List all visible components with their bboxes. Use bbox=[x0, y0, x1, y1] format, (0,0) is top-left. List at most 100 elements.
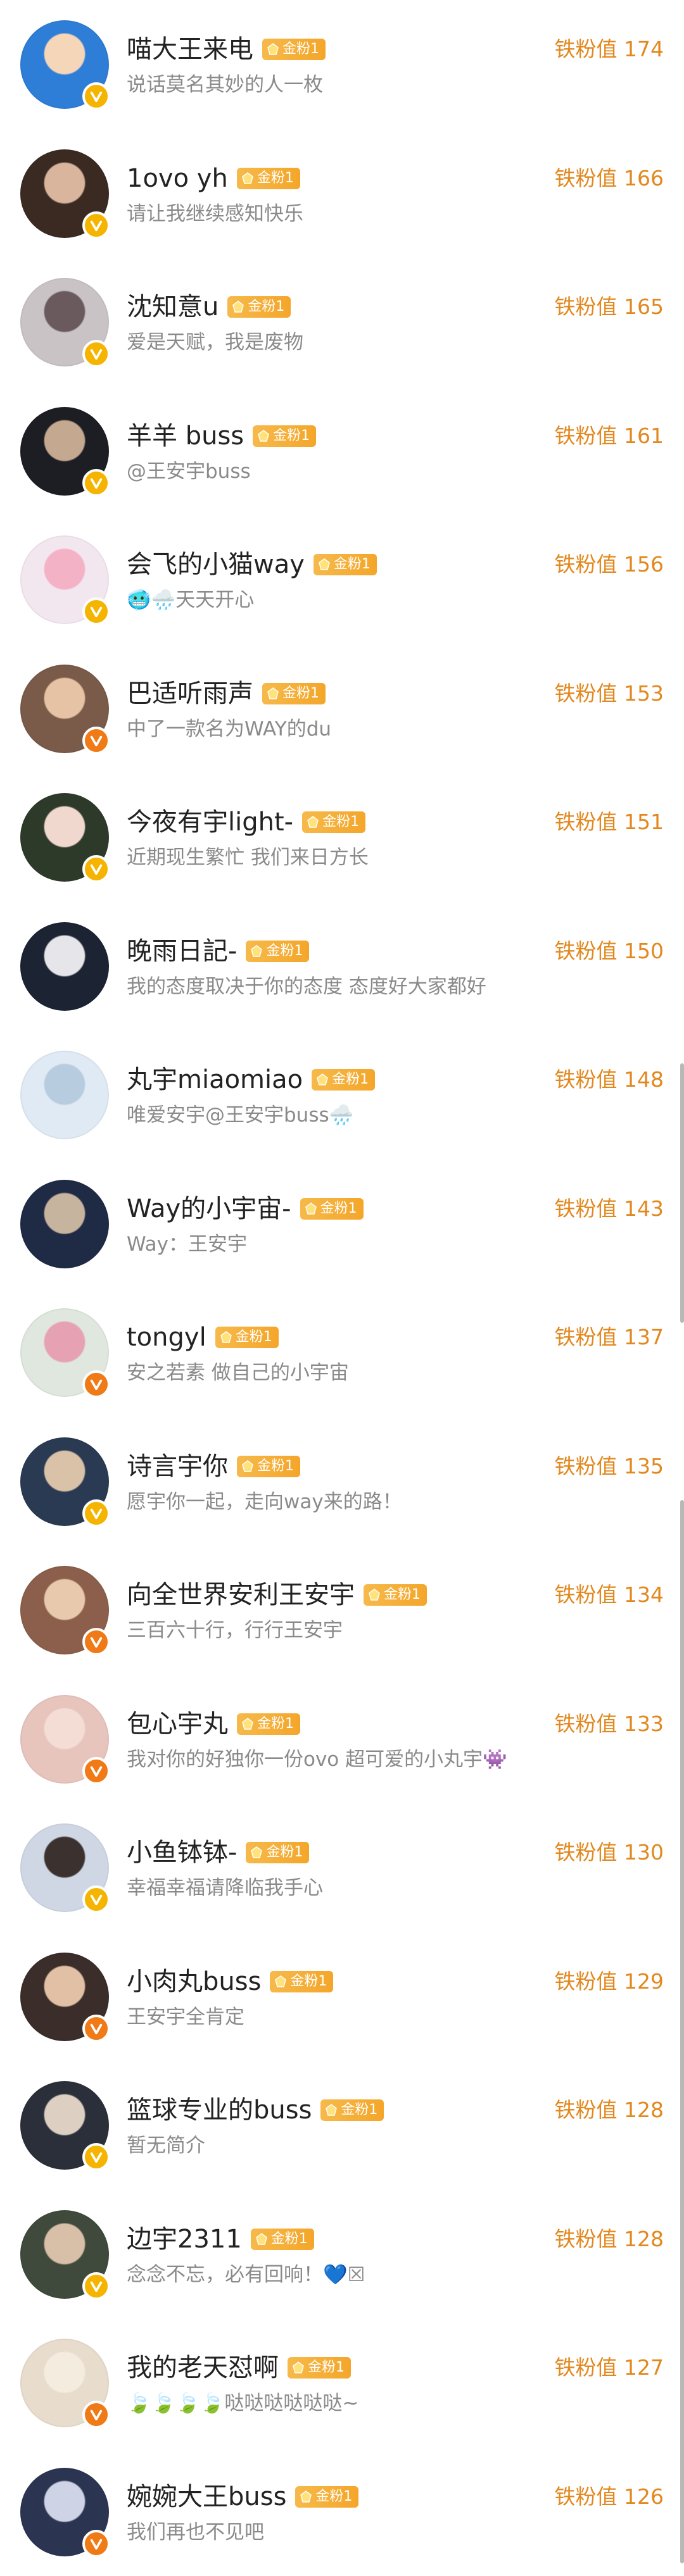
fan-row[interactable]: 边宇2311金粉1念念不忘，必有回响！💙☒铁粉值 128 bbox=[0, 2190, 684, 2319]
iron-fan-score: 铁粉值 150 bbox=[555, 939, 664, 964]
verified-v-icon bbox=[82, 469, 110, 497]
fan-signature: 愿宇你一起，走向way来的路！ bbox=[127, 1489, 402, 1515]
fan-row[interactable]: 羊羊 buss金粉1@王安宇buss铁粉值 161 bbox=[0, 387, 684, 516]
avatar-image bbox=[20, 922, 109, 1011]
fan-level-label: 金粉1 bbox=[248, 296, 284, 318]
fan-crown-icon bbox=[317, 558, 331, 572]
fan-level-label: 金粉1 bbox=[282, 39, 319, 60]
fan-row[interactable]: 包心宇丸金粉1我对你的好独你一份ovo 超可爱的小丸宇👾铁粉值 133 bbox=[0, 1675, 684, 1804]
fan-level-label: 金粉1 bbox=[257, 1456, 294, 1477]
fan-signature: 安之若素 做自己的小宇宙 bbox=[127, 1360, 349, 1385]
fan-row[interactable]: Way的小宇宙-金粉1Way：王安宇铁粉值 143 bbox=[0, 1160, 684, 1289]
fan-crown-icon bbox=[219, 1330, 233, 1344]
scrollbar-upper[interactable] bbox=[680, 1063, 684, 1323]
iron-fan-score: 铁粉值 128 bbox=[555, 2227, 664, 2252]
avatar[interactable] bbox=[20, 1437, 109, 1526]
avatar[interactable] bbox=[20, 2081, 109, 2170]
verified-v-icon bbox=[82, 597, 110, 625]
fan-row[interactable]: 篮球专业的buss金粉1暂无简介铁粉值 128 bbox=[0, 2061, 684, 2190]
fan-row[interactable]: 小肉丸buss金粉1王安宇全肯定铁粉值 129 bbox=[0, 1932, 684, 2061]
fan-level-label: 金粉1 bbox=[290, 1971, 327, 1992]
avatar[interactable] bbox=[20, 1695, 109, 1784]
name-line: 向全世界安利王安宇金粉1 bbox=[127, 1580, 427, 1610]
name-line: 晚雨日記- 金粉1 bbox=[127, 936, 309, 966]
fan-signature: 近期现生繁忙 我们来日方长 bbox=[127, 845, 369, 870]
fan-name[interactable]: 喵大王来电 bbox=[127, 34, 253, 65]
fan-name[interactable]: 小鱼钵钵- bbox=[127, 1837, 237, 1868]
fan-name[interactable]: 篮球专业的buss bbox=[127, 2095, 312, 2125]
fan-name[interactable]: 巴适听雨声 bbox=[127, 678, 253, 709]
fan-row[interactable]: 晚雨日記-金粉1我的态度取决于你的态度 态度好大家都好铁粉值 150 bbox=[0, 902, 684, 1031]
avatar[interactable] bbox=[20, 1823, 109, 1912]
scrollbar-lower[interactable] bbox=[680, 1500, 684, 2563]
avatar[interactable] bbox=[20, 793, 109, 882]
fan-name[interactable]: 1ovo yh bbox=[127, 163, 228, 194]
name-line: 包心宇丸金粉1 bbox=[127, 1709, 300, 1739]
fan-row[interactable]: 沈知意u金粉1爱是天赋，我是废物铁粉值 165 bbox=[0, 258, 684, 387]
avatar[interactable] bbox=[20, 278, 109, 366]
avatar[interactable] bbox=[20, 535, 109, 624]
fan-row[interactable]: 婉婉大王buss金粉1我们再也不见吧铁粉值 126 bbox=[0, 2448, 684, 2576]
avatar[interactable] bbox=[20, 2468, 109, 2556]
fan-name[interactable]: 沈知意u bbox=[127, 292, 218, 322]
fan-row[interactable]: 诗言宇你 金粉1 愿宇你一起，走向way来的路！ 铁粉值 135 bbox=[0, 1417, 684, 1546]
avatar[interactable] bbox=[20, 1308, 109, 1397]
fan-name[interactable]: 今夜有宇light- bbox=[127, 807, 293, 837]
fan-level-label: 金粉1 bbox=[257, 168, 294, 189]
fan-name[interactable]: 向全世界安利王安宇 bbox=[127, 1580, 355, 1610]
fan-crown-icon bbox=[266, 42, 280, 56]
avatar[interactable] bbox=[20, 1051, 109, 1139]
avatar[interactable] bbox=[20, 1566, 109, 1654]
fan-level-badge: 金粉1 bbox=[251, 2229, 314, 2250]
iron-fan-score: 铁粉值 135 bbox=[555, 1454, 664, 1479]
fan-row[interactable]: 会飞的小猫way金粉1🥶🌧️天天开心铁粉值 156 bbox=[0, 515, 684, 644]
avatar[interactable] bbox=[20, 665, 109, 753]
avatar[interactable] bbox=[20, 922, 109, 1011]
fan-signature: 说话莫名其妙的人一枚 bbox=[127, 72, 323, 97]
avatar-image bbox=[20, 1180, 109, 1268]
iron-fan-score: 铁粉值 133 bbox=[555, 1711, 664, 1737]
fan-name[interactable]: 晚雨日記- bbox=[127, 936, 237, 966]
fan-name[interactable]: 包心宇丸 bbox=[127, 1709, 228, 1739]
fan-name[interactable]: 边宇2311 bbox=[127, 2224, 242, 2254]
fan-row[interactable]: 丸宇miaomiao金粉1唯爱安宇@王安宇buss🌧️铁粉值 148 bbox=[0, 1030, 684, 1160]
fan-name[interactable]: 婉婉大王buss bbox=[127, 2482, 286, 2512]
fan-name[interactable]: 小肉丸buss bbox=[127, 1966, 261, 1997]
fan-name[interactable]: Way的小宇宙- bbox=[127, 1194, 291, 1224]
avatar[interactable] bbox=[20, 1953, 109, 2041]
name-line: 我的老天怼啊金粉1 bbox=[127, 2353, 351, 2383]
fan-level-badge: 金粉1 bbox=[262, 39, 326, 60]
avatar[interactable] bbox=[20, 407, 109, 496]
fan-level-badge: 金粉1 bbox=[237, 1713, 300, 1735]
fan-level-badge: 金粉1 bbox=[302, 811, 365, 833]
avatar[interactable] bbox=[20, 149, 109, 238]
avatar[interactable] bbox=[20, 2210, 109, 2299]
fan-row[interactable]: 向全世界安利王安宇金粉1三百六十行，行行王安宇铁粉值 134 bbox=[0, 1546, 684, 1675]
fan-row[interactable]: 小鱼钵钵-金粉1幸福幸福请降临我手心铁粉值 130 bbox=[0, 1803, 684, 1932]
fan-row[interactable]: 喵大王来电金粉1说话莫名其妙的人一枚铁粉值 174 bbox=[0, 0, 684, 129]
fan-crown-icon bbox=[367, 1588, 381, 1602]
fan-name[interactable]: 丸宇miaomiao bbox=[127, 1065, 303, 1095]
fan-name[interactable]: 羊羊 buss bbox=[127, 421, 244, 451]
fan-row[interactable]: 今夜有宇light-金粉1近期现生繁忙 我们来日方长铁粉值 151 bbox=[0, 773, 684, 902]
fan-row[interactable]: 巴适听雨声金粉1中了一款名为WAY的du铁粉值 153 bbox=[0, 644, 684, 773]
avatar[interactable] bbox=[20, 1180, 109, 1268]
fan-row[interactable]: 1ovo yh金粉1请让我继续感知快乐铁粉值 166 bbox=[0, 129, 684, 258]
fan-crown-icon bbox=[324, 2103, 338, 2117]
fan-signature: 🥶🌧️天天开心 bbox=[127, 587, 254, 613]
fan-name[interactable]: tongyl bbox=[127, 1322, 206, 1353]
avatar[interactable] bbox=[20, 20, 109, 109]
fan-signature: 🍃🍃🍃🍃哒哒哒哒哒哒~ bbox=[127, 2391, 358, 2416]
verified-v-icon bbox=[82, 2272, 110, 2300]
fan-row[interactable]: 我的老天怼啊金粉1🍃🍃🍃🍃哒哒哒哒哒哒~铁粉值 127 bbox=[0, 2318, 684, 2448]
fan-name[interactable]: 会飞的小猫way bbox=[127, 549, 305, 580]
verified-v-icon bbox=[82, 1757, 110, 1785]
name-line: 巴适听雨声金粉1 bbox=[127, 678, 326, 709]
name-line: 1ovo yh 金粉1 bbox=[127, 163, 300, 194]
fan-name[interactable]: 诗言宇你 bbox=[127, 1451, 228, 1482]
fan-level-label: 金粉1 bbox=[273, 425, 310, 447]
fan-name[interactable]: 我的老天怼啊 bbox=[127, 2353, 279, 2383]
avatar[interactable] bbox=[20, 2339, 109, 2427]
fan-level-badge: 金粉1 bbox=[246, 941, 309, 962]
fan-row[interactable]: tongyl金粉1安之若素 做自己的小宇宙铁粉值 137 bbox=[0, 1288, 684, 1417]
